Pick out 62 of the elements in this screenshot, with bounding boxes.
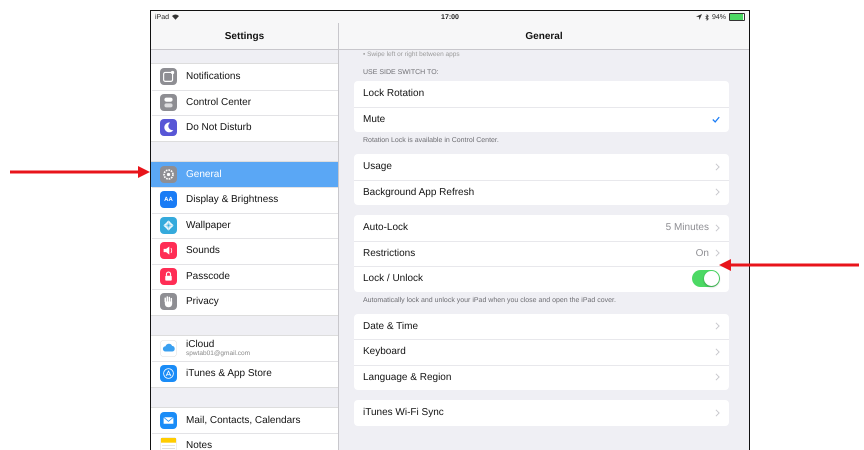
- sidebar-item[interactable]: iTunes & App Store: [151, 361, 338, 386]
- settings-row[interactable]: Language & Region: [354, 364, 729, 390]
- sidebar-item[interactable]: Do Not Disturb: [151, 115, 338, 140]
- row-label: Language & Region: [363, 372, 452, 383]
- row-label: iTunes Wi-Fi Sync: [363, 407, 444, 418]
- sidebar-item[interactable]: Mail, Contacts, Calendars: [151, 408, 338, 433]
- settings-row[interactable]: Restrictions On: [354, 240, 729, 266]
- row-value: 5 Minutes: [666, 222, 709, 234]
- item-label: iCloud: [186, 339, 214, 350]
- item-label: Mail, Contacts, Calendars: [186, 414, 300, 426]
- settings-row[interactable]: Usage: [354, 154, 729, 180]
- chevron-icon: [715, 249, 720, 258]
- toggle-switch[interactable]: [692, 270, 720, 288]
- row-label: Auto-Lock: [363, 222, 408, 234]
- item-label: Display & Brightness: [186, 194, 278, 206]
- row-label: Background App Refresh: [363, 186, 474, 198]
- item-label: iTunes & App Store: [186, 368, 272, 380]
- settings-row[interactable]: Auto-Lock 5 Minutes: [354, 215, 729, 240]
- bluetooth-icon: [704, 14, 709, 20]
- row-value: On: [696, 248, 709, 259]
- item-label: Wallpaper: [186, 220, 231, 231]
- location-icon: [696, 14, 702, 20]
- settings-row[interactable]: Lock Rotation: [354, 81, 729, 106]
- settings-row[interactable]: iTunes Wi-Fi Sync: [354, 400, 729, 426]
- sidebar-item[interactable]: Notes: [151, 433, 338, 450]
- row-label: Lock / Unlock: [363, 273, 424, 284]
- row-label: Date & Time: [363, 320, 418, 332]
- row-label: Restrictions: [363, 248, 416, 259]
- battery-icon: [729, 13, 745, 21]
- settings-row[interactable]: Background App Refresh: [354, 180, 729, 205]
- item-label: Notes: [186, 440, 212, 450]
- detail-title: General: [525, 30, 563, 42]
- item-label: Sounds: [186, 245, 220, 256]
- chevron-icon: [715, 373, 720, 382]
- chevron-icon: [715, 322, 720, 330]
- sidebar-item[interactable]: Notifications: [151, 64, 338, 90]
- item-label: Do Not Disturb: [186, 122, 252, 134]
- settings-row[interactable]: Mute: [354, 106, 729, 132]
- chevron-icon: [715, 408, 720, 417]
- sidebar-title: Settings: [224, 30, 264, 42]
- row-label: Mute: [363, 114, 386, 125]
- chevron-icon: [715, 162, 720, 171]
- chevron-icon: [715, 188, 720, 196]
- item-label: Passcode: [186, 270, 230, 282]
- sidebar-item[interactable]: Wallpaper: [151, 212, 338, 238]
- chevron-icon: [715, 224, 720, 232]
- item-label: Privacy: [186, 296, 219, 308]
- settings-row[interactable]: Lock / Unlock: [354, 266, 729, 292]
- wifi-icon: [172, 14, 180, 20]
- sidebar-item[interactable]: Sounds: [151, 238, 338, 264]
- sidebar-item[interactable]: Privacy: [151, 289, 338, 314]
- item-label: General: [186, 168, 222, 180]
- settings-row[interactable]: Keyboard: [354, 339, 729, 364]
- item-label: Notifications: [186, 71, 240, 82]
- settings-row[interactable]: Date & Time: [354, 314, 729, 339]
- sidebar-item[interactable]: Passcode: [151, 264, 338, 289]
- sidebar-item[interactable]: Control Center: [151, 90, 338, 115]
- row-label: Keyboard: [363, 346, 406, 358]
- row-label: Usage: [363, 161, 392, 172]
- row-label: Lock Rotation: [363, 88, 424, 100]
- item-label: Control Center: [186, 96, 252, 108]
- chevron-icon: [715, 348, 720, 356]
